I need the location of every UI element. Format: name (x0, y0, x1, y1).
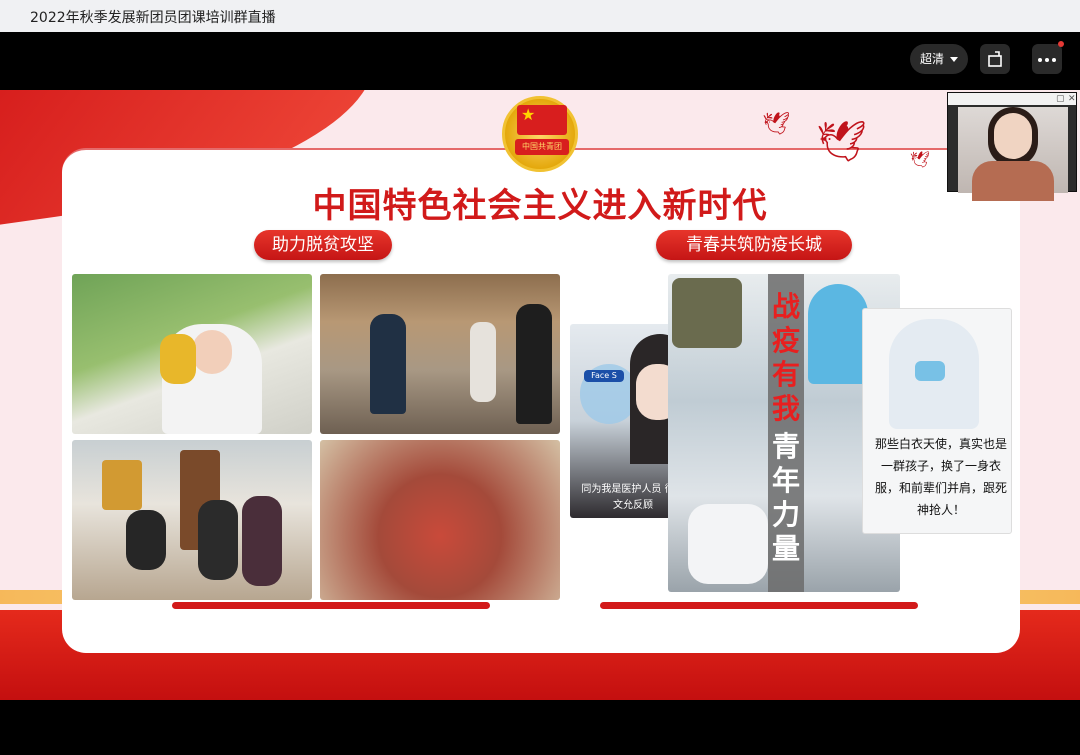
figure-glove (160, 334, 196, 384)
bird-icon: 🕊 (816, 119, 867, 165)
face-shield-label: Face S (584, 370, 624, 382)
figure-person (516, 304, 552, 424)
section-label-right: 青春共筑防疫长城 (656, 230, 852, 260)
divider-left (172, 602, 490, 609)
share-button[interactable] (980, 44, 1010, 74)
window-titlebar: 2022年秋季发展新团员团课培训群直播 (0, 0, 1080, 32)
notification-dot-icon (1058, 41, 1064, 47)
mask-shape (915, 361, 945, 381)
more-icon (1038, 58, 1042, 62)
vertical-slogan-red: 战疫有我 (771, 290, 800, 425)
figure-soldier (672, 278, 742, 348)
figure-person (242, 496, 282, 586)
close-icon[interactable]: ✕ (1068, 94, 1076, 104)
section-label-left: 助力脱贫攻坚 (254, 230, 392, 260)
bird-icon: 🕊 (762, 112, 790, 137)
presenter-body (972, 161, 1054, 201)
photo-elderly-visit (72, 440, 312, 600)
figure-person (370, 314, 406, 414)
more-icon-dot (1052, 58, 1056, 62)
youth-league-emblem-icon: ★ 中国共青团 (502, 96, 578, 172)
restore-icon[interactable]: ▢ (1056, 94, 1065, 104)
figure-person (126, 510, 166, 570)
more-button[interactable] (1032, 41, 1064, 74)
figure-medic (808, 284, 868, 384)
presenter-face (994, 113, 1032, 159)
divider-right (600, 602, 918, 609)
slide-headline: 中国特色社会主义进入新时代 (312, 186, 768, 226)
photo-village-visit (320, 274, 560, 434)
quality-selector[interactable]: 超清 (910, 44, 968, 74)
emblem-label: 中国共青团 (515, 139, 569, 155)
player-controls: 超清 (0, 32, 1080, 90)
vertical-slogan-white: 青年力量 (771, 430, 800, 565)
photo-medic-note: 那些白衣天使，真实也是一群孩子，换了一身衣服，和前辈们并肩，跟死神抢人！ (862, 308, 1012, 534)
figure-person (198, 500, 238, 580)
figure-volunteer (688, 504, 768, 584)
photo-beekeeper (72, 274, 312, 434)
chevron-down-icon (950, 57, 958, 62)
star-icon: ★ (521, 105, 536, 124)
quality-label: 超清 (920, 52, 945, 66)
player-bottom-bar (0, 700, 1080, 755)
figure-face (192, 330, 232, 374)
window-title: 2022年秋季发展新团员团课培训群直播 (30, 10, 276, 26)
photo-children-group (320, 440, 560, 600)
webcam-video (958, 107, 1068, 201)
more-icon-dot (1045, 58, 1049, 62)
share-icon (988, 51, 1002, 67)
window-shape (102, 460, 142, 510)
bird-icon: 🕊 (910, 150, 931, 169)
figure-person (470, 322, 496, 402)
handwritten-note: 那些白衣天使，真实也是一群孩子，换了一身衣服，和前辈们并肩，跟死神抢人！ (874, 437, 1007, 517)
webcam-window[interactable]: ▢ ✕ (947, 92, 1077, 201)
